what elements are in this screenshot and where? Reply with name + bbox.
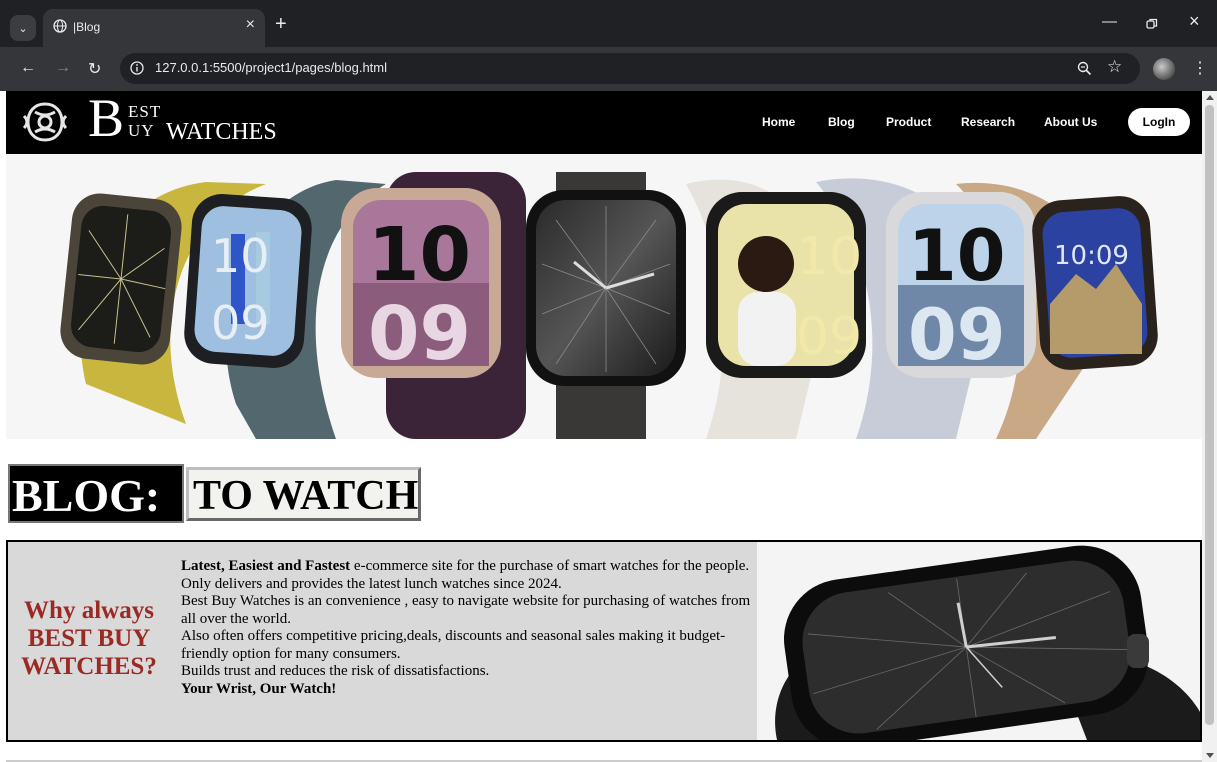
watch-face-digits: 09	[908, 294, 1005, 376]
watch-face-digits: 10	[211, 229, 270, 283]
why-line: Also often offers competitive pricing,de…	[181, 628, 726, 662]
restore-icon[interactable]	[1146, 18, 1158, 30]
brand-word-uy: UY	[128, 121, 155, 140]
why-line: Best Buy Watches is an convenience , eas…	[181, 593, 751, 627]
nav-blog[interactable]: Blog	[828, 115, 855, 129]
browser-tab[interactable]: |Blog ×	[43, 9, 265, 47]
nav-home[interactable]: Home	[762, 115, 795, 129]
browser-tab-bar: ⌄ |Blog × + — ×	[0, 0, 1217, 47]
more-menu-icon[interactable]: ⋮	[1192, 58, 1208, 78]
login-button[interactable]: LogIn	[1128, 108, 1190, 136]
scroll-down-icon[interactable]	[1206, 753, 1214, 758]
why-description: Latest, Easiest and Fastest e-commerce s…	[181, 558, 757, 698]
page-scrollbar[interactable]	[1202, 91, 1217, 762]
hero-watches-image: 10 09 10 09 10 09 10 09 10:09	[60, 172, 1158, 440]
brand-word-est: EST	[128, 102, 162, 121]
url-text: 127.0.0.1:5500/project1/pages/blog.html	[155, 60, 388, 75]
address-bar[interactable]: 127.0.0.1:5500/project1/pages/blog.html …	[120, 53, 1140, 84]
blog-title: BLOG:	[8, 464, 184, 523]
bookmark-star-icon[interactable]: ☆	[1107, 57, 1122, 77]
scroll-up-icon[interactable]	[1206, 95, 1214, 100]
watch-face-digits: 10:09	[1054, 241, 1129, 271]
back-arrow-icon[interactable]: ←	[20, 59, 36, 77]
nav-research[interactable]: Research	[961, 115, 1015, 129]
why-title: Why always BEST BUY WATCHES?	[10, 597, 168, 681]
watch-face-digits: 09	[796, 307, 862, 367]
why-section: Why always BEST BUY WATCHES? Latest, Eas…	[6, 540, 1202, 742]
brand-initial: B	[88, 91, 125, 148]
why-watch-image	[757, 542, 1200, 740]
watch-face-digits: 09	[368, 291, 471, 377]
nav-about-us[interactable]: About Us	[1044, 115, 1097, 129]
brand-emblem-icon[interactable]	[20, 98, 70, 146]
blog-subtitle: TO WATCH	[186, 467, 421, 521]
why-title-line: WATCHES?	[21, 653, 157, 680]
why-line: Only delivers and provides the latest lu…	[181, 575, 562, 592]
hero-banner: 10 09 10 09 10 09 10 09 10:09	[6, 154, 1202, 440]
why-line: Latest, Easiest and Fastest e-commerce s…	[181, 558, 757, 576]
browser-toolbar: ← → ↻ 127.0.0.1:5500/project1/pages/blog…	[0, 47, 1217, 91]
site-header: B EST UY WATCHES Home Blog Product Resea…	[6, 91, 1202, 154]
window-close-icon[interactable]: ×	[1189, 11, 1200, 32]
forward-arrow-icon[interactable]: →	[55, 59, 71, 77]
close-icon[interactable]: ×	[246, 16, 255, 34]
why-slogan: Your Wrist, Our Watch!	[181, 680, 337, 697]
page-viewport: B EST UY WATCHES Home Blog Product Resea…	[6, 91, 1202, 762]
why-title-line: Why always	[24, 597, 154, 624]
watch-face-digits: 10	[368, 212, 471, 298]
zoom-icon[interactable]	[1077, 61, 1092, 76]
why-line: Builds trust and reduces the risk of dis…	[181, 663, 490, 679]
reload-icon[interactable]: ↻	[88, 59, 101, 79]
why-line: Your Wrist, Our Watch!	[181, 681, 757, 699]
profile-avatar[interactable]	[1153, 58, 1175, 80]
minimize-icon[interactable]: —	[1102, 13, 1117, 30]
watch-face-digits: 10	[796, 227, 862, 287]
tab-search-button[interactable]: ⌄	[10, 15, 36, 41]
tab-title: |Blog	[73, 20, 101, 34]
why-title-line: BEST BUY	[27, 625, 151, 652]
new-tab-icon[interactable]: +	[275, 13, 287, 36]
watch-face-digits: 10	[908, 215, 1005, 297]
why-line-rest: e-commerce site for the purchase of smar…	[350, 558, 750, 574]
scroll-thumb[interactable]	[1205, 105, 1214, 725]
brand-word-watches: WATCHES	[166, 119, 277, 145]
why-highlight: Latest, Easiest and Fastest	[181, 558, 351, 574]
nav-product[interactable]: Product	[886, 115, 931, 129]
site-info-icon[interactable]	[130, 61, 144, 75]
globe-icon	[53, 19, 67, 33]
chevron-down-icon: ⌄	[18, 22, 28, 35]
watch-face-digits: 09	[211, 296, 270, 350]
